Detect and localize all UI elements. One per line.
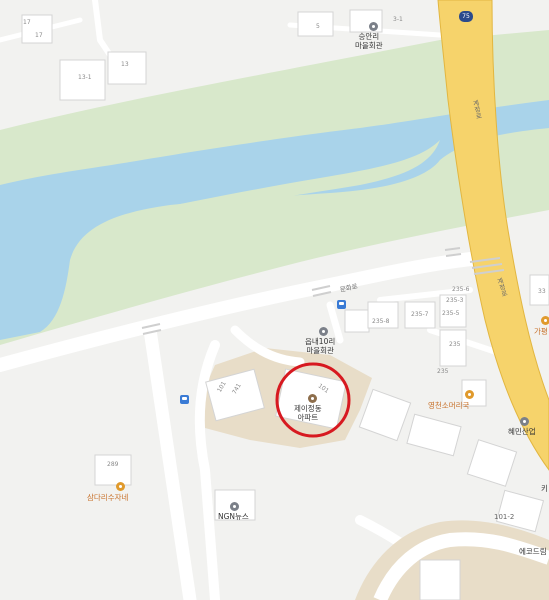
building-number: 289	[107, 461, 119, 468]
bus-stop-icon[interactable]	[180, 395, 189, 404]
poi-label-ekodeu[interactable]: 에코드림	[519, 547, 547, 557]
building-number: 33	[538, 288, 546, 295]
building-number: 17	[23, 19, 31, 26]
map-base-layer	[0, 0, 549, 600]
building-number: 235-5	[442, 310, 460, 317]
poi-label-gapyeong[interactable]: 가평	[534, 327, 548, 337]
poi-label-eumnae-hall[interactable]: 읍내10리 마을회관	[305, 337, 335, 355]
building-number: 235-7	[411, 311, 429, 318]
building-number: 235-6	[452, 286, 470, 293]
company-icon[interactable]	[520, 417, 529, 426]
poi-label-seungan-hall[interactable]: 승안리 마을회관	[355, 32, 383, 50]
restaurant-icon[interactable]	[465, 390, 474, 399]
restaurant-icon[interactable]	[116, 482, 125, 491]
restaurant-icon[interactable]	[541, 316, 549, 325]
poi-label-hyemin[interactable]: 혜민산업	[508, 427, 536, 437]
building-number: 235-3	[446, 297, 464, 304]
building-number: 13	[121, 61, 129, 68]
map-view[interactable]: 75 계정로 계정로 문화로 17 17 13-1 13 5 3-1 101 7…	[0, 0, 549, 600]
bus-stop-icon[interactable]	[337, 300, 346, 309]
poi-label-apartment[interactable]: 제이정동 아파트	[294, 404, 322, 422]
media-icon[interactable]	[230, 502, 239, 511]
building-number: 5	[316, 23, 320, 30]
building-number: 235	[449, 341, 461, 348]
building-number: 3-1	[393, 16, 403, 23]
building-number: 13-1	[78, 74, 92, 81]
poi-label-ki[interactable]: 키	[541, 484, 548, 494]
route-shield[interactable]: 75	[459, 11, 473, 22]
village-hall-icon[interactable]	[369, 22, 378, 31]
building-number: 17	[35, 32, 43, 39]
building-number: 235	[437, 368, 449, 375]
poi-label-ngn[interactable]: NGN뉴스	[218, 512, 249, 522]
poi-label-yeongcheon-restaurant[interactable]: 영천소머리국	[428, 401, 469, 411]
village-hall-icon[interactable]	[319, 327, 328, 336]
apartment-icon[interactable]	[308, 394, 317, 403]
poi-label-samdari[interactable]: 삼다리수자네	[87, 493, 128, 503]
building-number: 235-8	[372, 318, 390, 325]
building-number: 101-2	[494, 513, 515, 521]
